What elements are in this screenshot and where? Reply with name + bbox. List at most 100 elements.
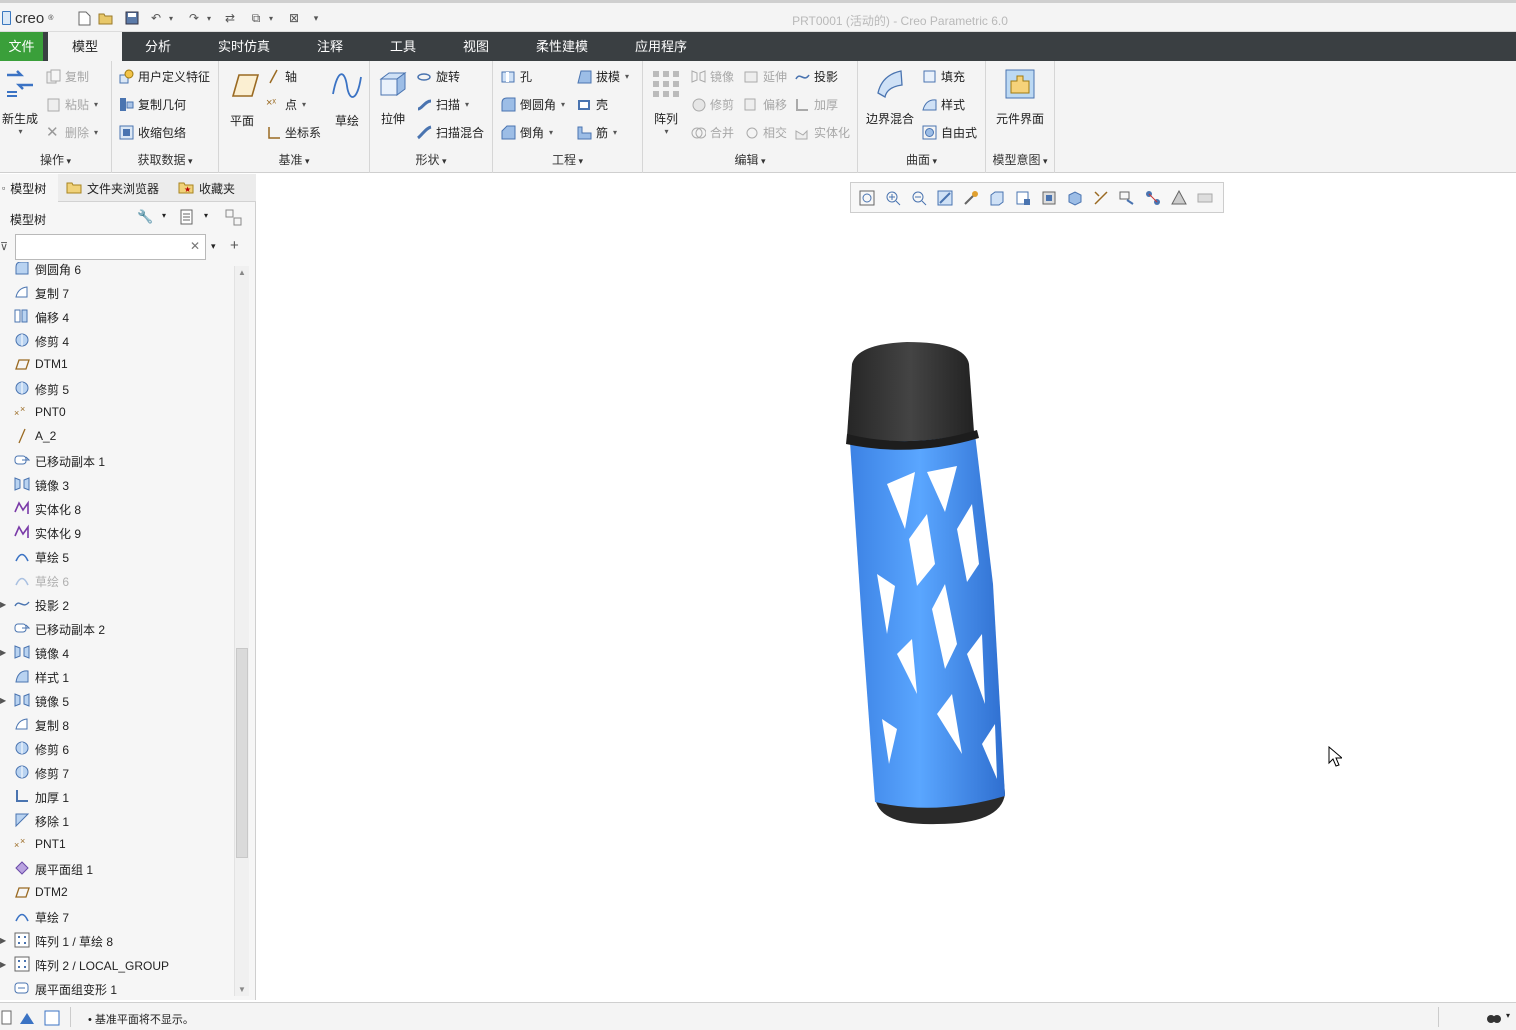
tree-item[interactable]: 加厚 1 [0,784,234,808]
intersect-button[interactable]: 相交 [744,121,787,143]
tree-item[interactable]: 实体化 8 [0,496,234,520]
tree-item[interactable]: ▶ 阵列 1 / 草绘 8 [0,928,234,952]
saved-orientations-icon[interactable] [1015,190,1031,206]
draft-button[interactable]: 拔模 ▾ [577,65,629,87]
freestyle-button[interactable]: 自由式 [922,121,977,143]
search-dropdown-icon[interactable]: ▾ [211,241,216,252]
tree-item[interactable]: ▶ 阵列 2 / LOCAL_GROUP [0,952,234,976]
tree-search-input[interactable]: ✕ [15,234,206,260]
tree-item[interactable]: ▶ 投影 2 [0,592,234,616]
display-style-icon[interactable] [989,190,1005,206]
extend-button[interactable]: 延伸 [744,65,787,87]
tab-folder-browser[interactable]: 文件夹浏览器 [66,174,170,202]
tree-item[interactable]: DTM1 [0,352,234,376]
expand-arrow-icon[interactable]: ▶ [0,960,8,969]
appearance-icon[interactable] [1171,190,1187,206]
graphics-window[interactable] [257,174,1516,1000]
tree-item[interactable]: 草绘 5 [0,544,234,568]
datum-display-icon[interactable] [1093,190,1109,206]
3d-model-bottle[interactable] [817,324,1037,844]
udf-button[interactable]: 用户定义特征 [119,65,210,87]
tab-flexible-modeling[interactable]: 柔性建模 [525,32,599,61]
tree-filter-icon[interactable] [225,209,243,230]
component-interface-button[interactable]: 元件界面 [992,67,1048,127]
repaint-icon[interactable] [937,190,953,206]
tree-item[interactable]: × × PNT0 [0,400,234,424]
tab-analysis[interactable]: 分析 [134,32,182,61]
file-menu[interactable]: 文件 [0,32,43,61]
tree-item[interactable]: 已移动副本 2 [0,616,234,640]
delete-button[interactable]: ✕ 删除 ▾ [46,121,98,143]
scroll-down-icon[interactable]: ▼ [238,985,246,994]
tree-item[interactable]: 展平面组 1 [0,856,234,880]
tree-item[interactable]: 镜像 3 [0,472,234,496]
revolve-button[interactable]: 旋转 [417,65,460,87]
tree-settings-icon[interactable]: 🔧 [137,209,153,225]
tree-item[interactable]: 修剪 6 [0,736,234,760]
full-screen-icon[interactable] [44,1010,60,1026]
round-button[interactable]: 倒圆角 ▾ [501,93,565,115]
swept-blend-button[interactable]: 扫描混合 [417,121,484,143]
scrollbar-thumb[interactable] [236,648,248,858]
tab-view[interactable]: 视图 [452,32,500,61]
zoom-in-icon[interactable] [885,190,901,206]
thicken-button[interactable]: 加厚 [795,93,838,115]
boundary-blend-button[interactable]: 边界混合 [864,67,916,127]
clear-search-icon[interactable]: ✕ [190,239,200,253]
tree-item[interactable]: 修剪 4 [0,328,234,352]
annotation-display-icon[interactable] [1119,190,1135,206]
tab-applications[interactable]: 应用程序 [624,32,698,61]
tab-annotate[interactable]: 注释 [306,32,354,61]
extrude-button[interactable]: 拉伸 [374,67,412,127]
tree-item[interactable]: 已移动副本 1 [0,448,234,472]
merge-button[interactable]: 合并 [691,121,734,143]
copy-geometry-button[interactable]: 复制几何 [119,93,186,115]
shrinkwrap-button[interactable]: 收缩包络 [119,121,186,143]
tree-item[interactable]: 草绘 6 [0,568,234,592]
expand-arrow-icon[interactable]: ▶ [0,936,8,945]
graphics-toolbar-toggle-icon[interactable] [18,1010,36,1026]
tab-favorites[interactable]: ★ 收藏夹 [178,174,244,202]
show-dropdown-icon[interactable]: ▾ [204,211,208,220]
sweep-button[interactable]: 扫描 ▾ [417,93,469,115]
trim-button[interactable]: 修剪 [691,93,734,115]
pattern-button[interactable]: 阵列 ▾ [649,67,683,136]
tree-item[interactable]: 倒圆角 6 [0,262,234,280]
tree-item[interactable]: 复制 7 [0,280,234,304]
tree-item[interactable]: 复制 8 [0,712,234,736]
status-dialog-icon[interactable] [1,1010,13,1026]
mirror-button[interactable]: 镜像 [691,65,734,87]
view-manager-icon[interactable] [1041,190,1057,206]
tree-item[interactable]: 草绘 7 [0,904,234,928]
tab-model[interactable]: 模型 [48,32,122,61]
tree-item[interactable]: 偏移 4 [0,304,234,328]
hole-button[interactable]: 孔 [501,65,532,87]
tree-item[interactable]: × × PNT1 [0,832,234,856]
tree-item[interactable]: 移除 1 [0,808,234,832]
spin-tool-icon[interactable] [1145,190,1161,206]
point-button[interactable]: ×ˣ 点 ▾ [266,93,306,115]
tree-item[interactable]: 样式 1 [0,664,234,688]
solidify-button[interactable]: 实体化 [795,121,850,143]
tree-item[interactable]: 展平面组变形 1 [0,976,234,996]
add-icon[interactable]: + [230,237,239,254]
tree-item[interactable]: ▶ 镜像 5 [0,688,234,712]
tab-simulation[interactable]: 实时仿真 [207,32,281,61]
tree-item[interactable]: 实体化 9 [0,520,234,544]
refit-icon[interactable] [859,190,875,206]
spin-center-icon[interactable] [963,190,979,206]
tree-settings-dropdown-icon[interactable]: ▾ [162,211,166,220]
sectioning-icon[interactable] [1197,190,1213,206]
axis-button[interactable]: 轴 [266,65,297,87]
show-icon[interactable] [180,209,194,228]
style-button[interactable]: 样式 [922,93,965,115]
sketch-button[interactable]: 草绘 [329,69,365,129]
rib-button[interactable]: 筋 ▾ [577,121,617,143]
expand-arrow-icon[interactable]: ▶ [0,600,8,609]
offset-button[interactable]: 偏移 [744,93,787,115]
expand-arrow-icon[interactable]: ▶ [0,696,8,705]
tab-model-tree[interactable]: ▫ 模型树 [0,174,58,202]
regenerate-button[interactable]: 新生成 ▾ [0,67,40,136]
selection-filter-dropdown-icon[interactable]: ▾ [1506,1011,1510,1020]
scroll-up-icon[interactable]: ▲ [238,268,246,277]
